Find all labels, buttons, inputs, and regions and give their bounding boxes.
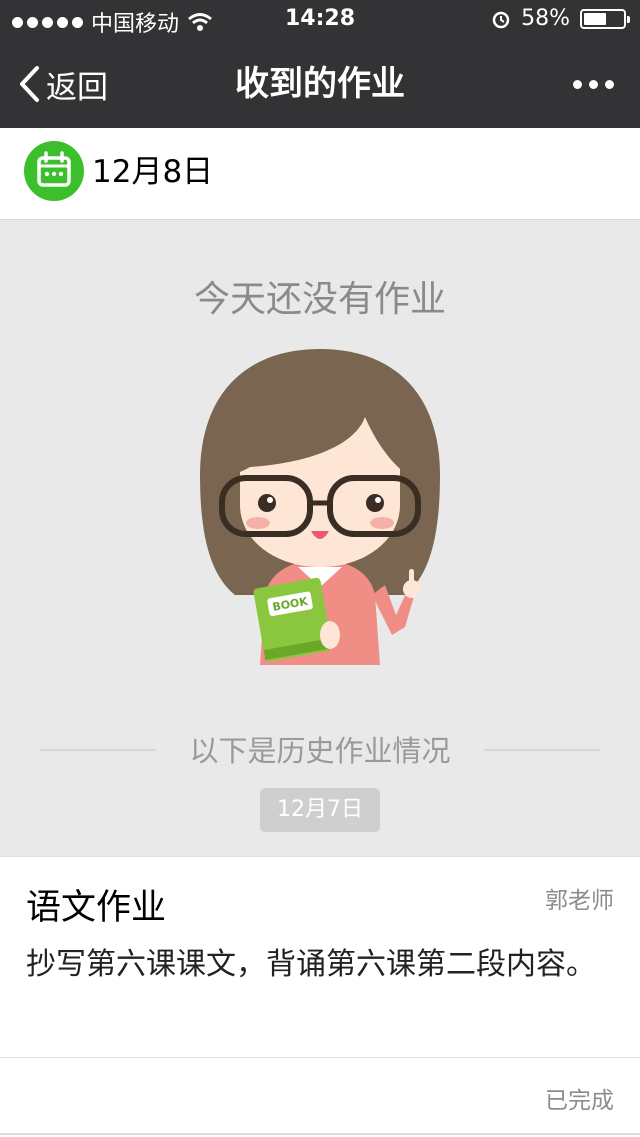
homework-card[interactable]: 语文作业 郭老师 抄写第六课课文，背诵第六课第二段内容。 已完成 (0, 856, 640, 1137)
homework-subject: 语文作业 (26, 888, 167, 928)
battery-fill (584, 12, 606, 25)
date-bar[interactable]: 12月8日 (0, 128, 640, 220)
top-bar: 中国移动 14:28 58% 返回 收到的作业 (0, 0, 640, 128)
status-bar: 中国移动 14:28 58% (0, 0, 640, 40)
battery-icon (580, 8, 630, 29)
alarm-icon (492, 11, 510, 28)
teacher-illustration: BOOK (200, 349, 440, 665)
status-right: 58% (491, 6, 630, 31)
homework-teacher: 郭老师 (545, 888, 614, 914)
more-button[interactable] (573, 40, 614, 128)
navigation-bar: 返回 收到的作业 (0, 40, 640, 128)
homework-content: 抄写第六课课文，背诵第六课第二段内容。 (26, 947, 596, 982)
card-bottom-border (0, 1133, 640, 1135)
history-divider: 以下是历史作业情况 (0, 728, 640, 772)
empty-message: 今天还没有作业 (193, 279, 446, 320)
calendar-icon (24, 141, 84, 201)
battery-percent: 58% (521, 6, 570, 31)
page-title: 收到的作业 (235, 64, 405, 104)
history-date-badge: 12月7日 (260, 788, 380, 832)
card-divider (0, 1057, 640, 1058)
current-date: 12月8日 (92, 154, 214, 190)
divider-line-right (484, 749, 600, 751)
homework-status: 已完成 (545, 1088, 614, 1114)
